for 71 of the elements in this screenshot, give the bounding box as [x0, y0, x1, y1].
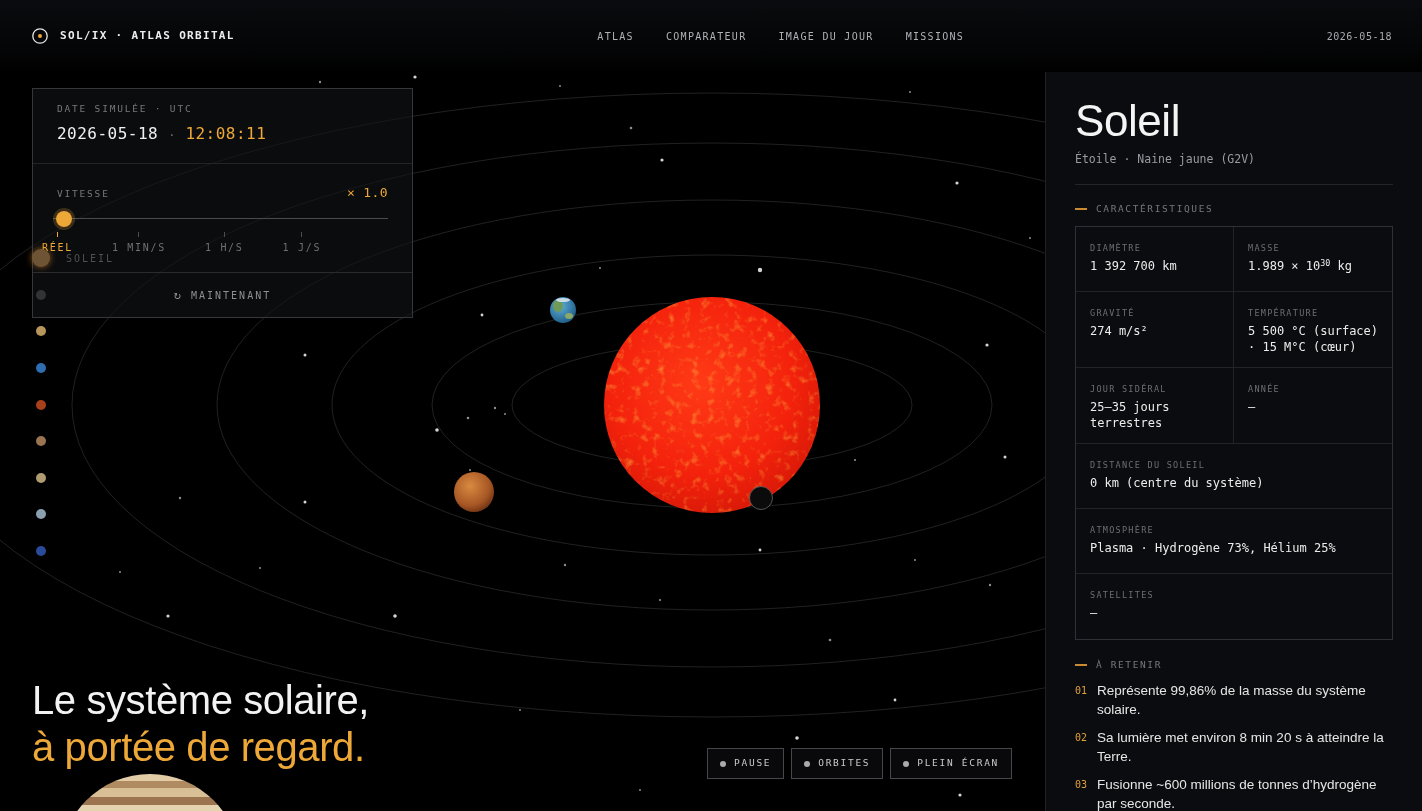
- planet-dot-icon[interactable]: [32, 249, 50, 268]
- scale-tick-icon: [223, 231, 225, 237]
- planet-dot-icon[interactable]: [36, 363, 46, 374]
- control-button[interactable]: PLEIN ÉCRAN: [890, 748, 1012, 779]
- date-separator: ·: [168, 127, 176, 144]
- scale-tick-icon: [138, 231, 140, 237]
- body-title: Soleil: [1075, 99, 1181, 143]
- slider-thumb[interactable]: [53, 207, 75, 230]
- hero-heading: Le système solaire, à portée de regard.: [32, 677, 369, 771]
- field-value: 1.989 × 10$^{30}$ kg: [1248, 258, 1354, 274]
- field-value: 1 392 700 km: [1090, 258, 1178, 274]
- field-value: 5 500 °C (surface) · 15 M°C (cœur): [1248, 323, 1380, 355]
- control-button[interactable]: ORBITES: [791, 748, 884, 779]
- control-button[interactable]: PAUSE: [707, 748, 785, 779]
- earth: [550, 297, 576, 323]
- field-label: ATMOSPHÈRE: [1090, 524, 1155, 536]
- field-value: —: [1248, 399, 1257, 415]
- dot-icon: [804, 760, 811, 767]
- field-label: GRAVITÉ: [1090, 307, 1136, 319]
- logo-icon: [32, 28, 48, 44]
- field-value: 274 m/s²: [1090, 323, 1149, 339]
- field-label: MASSE: [1248, 242, 1281, 254]
- field-value: 25–35 jours terrestres: [1090, 399, 1171, 431]
- field-value: —: [1090, 605, 1099, 621]
- dash-icon: [1075, 208, 1087, 210]
- field-label: DIAMÈTRE: [1090, 242, 1143, 254]
- fact-number: 01: [1075, 684, 1088, 698]
- speed-stop[interactable]: 1 J/S: [282, 231, 322, 254]
- planet-dot-icon[interactable]: [36, 289, 46, 300]
- fact-number: 03: [1075, 778, 1088, 792]
- nav-link[interactable]: IMAGE DU JOUR: [778, 28, 874, 44]
- field-value: Plasma · Hydrogène 73%, Hélium 25%: [1090, 540, 1337, 556]
- dot-icon: [903, 760, 910, 767]
- nav-link[interactable]: MISSIONS: [905, 28, 965, 44]
- field-label: SATELLITES: [1090, 589, 1155, 601]
- body-subtitle: Étoile · Naine jaune (G2V): [1075, 152, 1256, 166]
- logo-text[interactable]: SOL/IX · ATLAS ORBITAL: [60, 27, 235, 45]
- speed-label: VITESSE: [57, 188, 110, 200]
- field-value: 0 km (centre du système): [1090, 475, 1265, 491]
- fact-text: Sa lumière met environ 8 min 20 s à atteindre la Terre.: [1097, 729, 1385, 766]
- scale-tick-icon: [56, 231, 58, 237]
- fact-text: Fusionne ~600 millions de tonnes d’hydrogène par seconde.: [1097, 776, 1378, 811]
- speed-stop[interactable]: 1 H/S: [204, 231, 244, 254]
- scale-tick-icon: [301, 231, 303, 237]
- planet: [749, 486, 773, 510]
- planet-dot-icon[interactable]: [36, 546, 46, 557]
- section-heading: À RETENIR: [1096, 659, 1162, 671]
- planet-dot-icon[interactable]: [36, 399, 46, 410]
- now-button[interactable]: ↻ MAINTENANT: [33, 273, 412, 317]
- dot-icon: [720, 760, 727, 767]
- refresh-icon: ↻: [173, 286, 181, 304]
- date-label: DATE SIMULÉE · UTC: [57, 103, 194, 115]
- header-date: 2026-05-18: [1326, 29, 1392, 44]
- dash-icon: [1075, 664, 1087, 666]
- planet: [454, 472, 494, 512]
- date-value: 2026-05-18: [57, 124, 159, 144]
- speed-reading: × 1.0: [346, 184, 388, 202]
- field-label: JOUR SIDÉRAL: [1090, 383, 1168, 395]
- fact-number: 02: [1075, 731, 1088, 745]
- planet-dot-icon[interactable]: [36, 436, 46, 447]
- field-label: ANNÉE: [1248, 383, 1281, 395]
- field-label: DISTANCE DU SOLEIL: [1090, 459, 1207, 471]
- planet-dot-icon[interactable]: [36, 509, 46, 520]
- time-value: 12:08:11: [185, 124, 267, 144]
- fact-text: Représente 99,86% de la masse du système solaire.: [1097, 682, 1367, 719]
- field-label: TEMPÉRATURE: [1248, 307, 1320, 319]
- nav-link[interactable]: ATLAS: [597, 28, 634, 44]
- nav-link[interactable]: COMPARATEUR: [665, 28, 747, 44]
- planet-dot-icon[interactable]: [36, 326, 46, 337]
- section-heading: CARACTÉRISTIQUES: [1096, 203, 1214, 215]
- planet-dot-icon[interactable]: [36, 472, 46, 483]
